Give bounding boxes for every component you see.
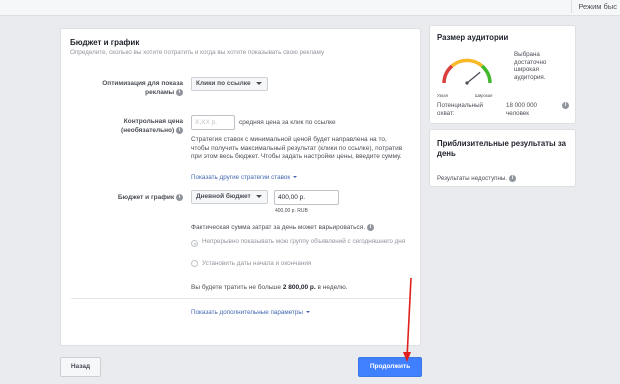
chevron-down-icon xyxy=(255,194,262,198)
audience-status-line: Выбрана xyxy=(514,51,540,58)
budget-label: Бюджет и график i xyxy=(81,193,183,202)
panel-subtitle: Определите, сколько вы хотите потратить … xyxy=(70,49,325,56)
potential-reach-value-line: 18 000 000 xyxy=(506,102,537,109)
bid-strategy-description: Стратегия ставок с минимальной ценой буд… xyxy=(191,136,403,161)
gauge-narrow-label: Узкая xyxy=(437,93,448,98)
audience-gauge xyxy=(442,58,492,85)
results-title-line: день xyxy=(437,149,456,158)
potential-reach-value: 18 000 000 человек xyxy=(506,102,537,117)
info-icon[interactable]: i xyxy=(176,88,183,96)
audience-card-title: Размер аудитории xyxy=(437,33,509,42)
annotation-arrow-head xyxy=(403,352,411,362)
optimization-value: Клики по ссылке xyxy=(196,80,251,87)
control-price-label-text: Контрольная цена (необязательно) xyxy=(121,118,183,134)
info-icon[interactable]: i xyxy=(176,126,183,134)
audience-status-line: достаточно xyxy=(514,58,547,66)
chevron-down-icon xyxy=(255,81,262,85)
budget-type-value: Дневной бюджет xyxy=(196,193,251,200)
budget-amount-note: 400,00 р. RUB xyxy=(275,208,308,214)
potential-reach-label: Потенциальный охват: xyxy=(437,102,483,117)
spend-variation-text: Фактическая сумма затрат за день может в… xyxy=(191,224,374,231)
info-icon[interactable]: i xyxy=(508,175,516,182)
spend-variation-label: Фактическая сумма затрат за день может в… xyxy=(191,224,366,232)
potential-reach-label-line: охват: xyxy=(437,109,455,117)
budget-type-dropdown[interactable]: Дневной бюджет xyxy=(191,190,268,204)
radio-continuous-label[interactable]: Непрерывно показывать мою группу объявле… xyxy=(202,238,412,246)
budget-label-text: Бюджет и график xyxy=(117,194,175,201)
spend-amount: 2 800,00 р. xyxy=(282,284,316,291)
potential-reach-label-line: Потенциальный xyxy=(437,102,483,109)
results-unavailable-text: Результаты недоступны. xyxy=(437,175,508,183)
back-button[interactable]: Назад xyxy=(60,357,101,377)
radio-start-end-dates[interactable] xyxy=(191,260,198,267)
audience-status: Выбрана достаточно широкая аудитория. xyxy=(514,51,546,81)
info-icon[interactable]: i xyxy=(366,224,374,231)
control-price-input[interactable]: X,XX р. xyxy=(191,115,235,130)
audience-status-line: аудитория. xyxy=(514,73,546,81)
panel-title: Бюджет и график xyxy=(70,38,140,47)
audience-size-card: Размер аудитории Узкая Широкая Выбрана д… xyxy=(429,25,576,124)
top-bar: Режим быс xyxy=(0,0,620,16)
radio-start-end-dates-label[interactable]: Установить даты начала и окончания xyxy=(202,260,311,268)
more-params-link[interactable]: Показать дополнительные параметры xyxy=(191,309,310,316)
budget-amount-input[interactable]: 400,00 р. xyxy=(274,190,339,205)
results-title-line: Приблизительные результаты за xyxy=(437,139,566,148)
control-price-placeholder: X,XX р. xyxy=(195,119,218,126)
gauge-yellow-segment xyxy=(450,58,484,68)
mode-switch-button[interactable]: Режим быс xyxy=(571,0,620,13)
budget-amount-value: 400,00 р. xyxy=(278,194,306,201)
info-icon[interactable]: i xyxy=(176,193,183,201)
optimization-dropdown[interactable]: Клики по ссылке xyxy=(191,77,268,91)
chevron-down-icon xyxy=(305,311,310,314)
estimated-results-card: Приблизительные результаты за день Резул… xyxy=(429,129,576,187)
annotation-arrow xyxy=(403,277,412,362)
chevron-down-icon xyxy=(293,176,298,179)
results-unavailable: Результаты недоступны. i xyxy=(437,175,516,183)
more-params-text: Показать дополнительные параметры xyxy=(191,309,303,316)
annotation-arrow-shaft xyxy=(406,277,412,359)
audience-status-line: широкая xyxy=(514,66,539,74)
gauge-broad-label: Широкая xyxy=(475,93,493,98)
potential-reach-value-line: человек xyxy=(506,109,529,117)
gauge-green-segment xyxy=(480,64,492,84)
spend-suffix: в неделю. xyxy=(315,284,348,291)
radio-continuous[interactable] xyxy=(191,240,198,247)
divider xyxy=(71,298,412,299)
optimization-label-text: Оптимизация для показа рекламы xyxy=(102,80,183,96)
spend-prefix: Вы будете тратить не больше xyxy=(191,284,283,291)
gauge-pivot xyxy=(465,81,469,85)
control-price-hint: средняя цена за клик по ссылке xyxy=(239,119,336,126)
info-icon[interactable]: i xyxy=(562,102,569,109)
gauge-red-segment xyxy=(442,64,454,84)
results-card-title: Приблизительные результаты за день xyxy=(437,139,566,159)
other-bid-strategies-text: Показать другие стратегии ставок xyxy=(191,174,291,181)
weekly-spend-summary: Вы будете тратить не больше 2 800,00 р. … xyxy=(191,284,348,291)
other-bid-strategies-link[interactable]: Показать другие стратегии ставок xyxy=(191,174,298,181)
budget-schedule-panel: Бюджет и график Определите, сколько вы х… xyxy=(60,28,421,346)
gauge-needle xyxy=(466,71,481,84)
optimization-label: Оптимизация для показа рекламы i xyxy=(81,79,183,97)
control-price-label: Контрольная цена (необязательно) i xyxy=(81,117,183,135)
